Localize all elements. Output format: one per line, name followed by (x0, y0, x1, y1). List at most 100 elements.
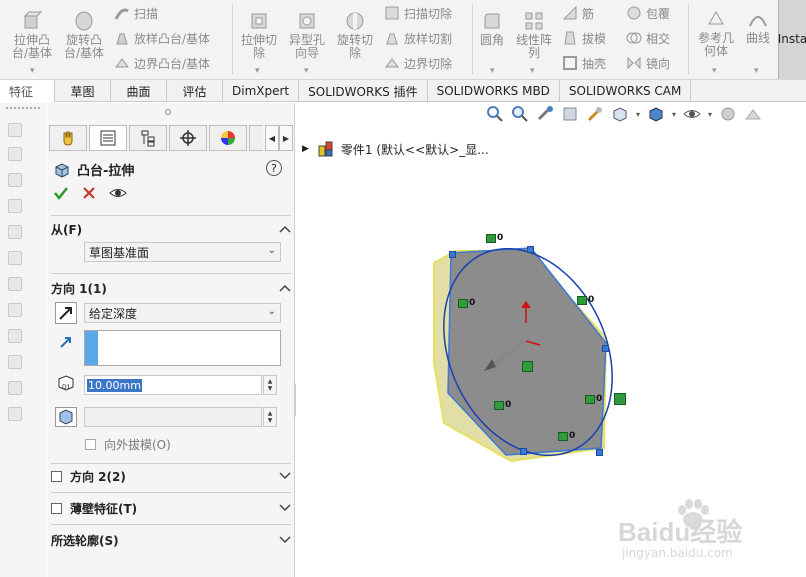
cube-icon[interactable] (8, 147, 22, 161)
appearance-icon[interactable] (719, 105, 737, 123)
toolbar-grip[interactable] (6, 107, 40, 109)
start-condition-select[interactable]: 草图基准面 ⌄ (84, 242, 281, 262)
cube-icon[interactable] (8, 251, 22, 265)
tab-display-manager[interactable] (209, 125, 247, 151)
cube-icon[interactable] (8, 329, 22, 343)
splitter-handle[interactable] (165, 109, 171, 115)
cube-icon[interactable] (8, 173, 22, 187)
hide-show-icon[interactable] (683, 105, 701, 123)
end-condition-select[interactable]: 给定深度 ⌄ (84, 303, 281, 323)
chevron-down-icon[interactable]: ▾ (708, 110, 712, 119)
relation-tag-icon[interactable] (585, 395, 595, 404)
tab-scroll-right[interactable]: ▶ (279, 125, 293, 151)
chevron-down-icon[interactable]: ▾ (712, 66, 717, 76)
curves-button[interactable]: 曲线 (742, 8, 774, 45)
spin-up-icon[interactable]: ▲ (268, 378, 273, 385)
tab-surfaces[interactable]: 曲面 (111, 80, 167, 102)
direction2-section-header[interactable]: 方向 2(2) (51, 466, 291, 486)
chevron-down-icon[interactable]: ▾ (530, 66, 535, 76)
chevron-down-icon[interactable]: ▾ (636, 110, 640, 119)
tab-dimxpert[interactable]: DimXpert (223, 80, 300, 102)
sketch-point-handle[interactable] (527, 246, 534, 253)
swept-cut-button[interactable]: 扫描切除 (384, 3, 452, 23)
preview-eye-icon[interactable] (109, 185, 127, 201)
shell-button[interactable]: 抽壳 (562, 53, 606, 73)
tab-mbd[interactable]: SOLIDWORKS MBD (428, 80, 560, 102)
sketch-point-handle[interactable] (449, 251, 456, 258)
revolve-boss-button[interactable]: 旋转凸 台/基体 (62, 10, 106, 60)
direction1-section-header[interactable]: 方向 1(1) (51, 278, 291, 298)
extruded-cut-button[interactable]: 拉伸切 除 (238, 10, 280, 60)
sweep-button[interactable]: 扫描 (114, 3, 158, 23)
chevron-down-icon[interactable]: ▾ (672, 110, 676, 119)
tab-dimxpert-manager[interactable] (169, 125, 207, 151)
relation-tag-icon[interactable] (577, 296, 587, 305)
tab-addins[interactable]: SOLIDWORKS 插件 (299, 80, 428, 102)
sketch-point-handle[interactable] (596, 449, 603, 456)
from-section-header[interactable]: 从(F) (51, 219, 291, 239)
cube-icon[interactable] (8, 225, 22, 239)
scene-icon[interactable] (744, 105, 762, 123)
display-style-icon[interactable] (647, 105, 665, 123)
tab-cam[interactable]: SOLIDWORKS CAM (560, 80, 692, 102)
zoom-to-fit-icon[interactable] (486, 105, 504, 123)
intersect-button[interactable]: 相交 (626, 28, 670, 48)
tab-features[interactable]: 特征 (0, 80, 55, 102)
graphics-area[interactable]: ▾ ▾ ▾ ▶ 零件1 (默认<<默认>_显... 0 0 0 0 0 0 Ba… (296, 103, 806, 577)
sketch-point-handle[interactable] (602, 345, 609, 352)
revolved-cut-button[interactable]: 旋转切 除 (334, 10, 376, 60)
tab-feature-manager[interactable] (49, 125, 87, 151)
tab-sketch[interactable]: 草图 (55, 80, 111, 102)
reference-geometry-button[interactable]: 参考几 何体 (694, 8, 738, 58)
thin-feature-section-header[interactable]: 薄壁特征(T) (51, 498, 291, 518)
relation-tag-icon[interactable] (458, 299, 468, 308)
cube-icon[interactable] (8, 277, 22, 291)
direction-selection-box[interactable] (84, 330, 281, 366)
depth-input[interactable]: 10.00mm (84, 375, 262, 395)
reverse-direction-button[interactable] (55, 302, 77, 324)
mirror-button[interactable]: 镜向 (626, 53, 670, 73)
help-icon[interactable]: ? (266, 160, 282, 176)
draft-button[interactable]: 拔模 (562, 28, 606, 48)
draft-toggle-button[interactable] (55, 407, 77, 427)
origin-tag-icon[interactable] (522, 361, 533, 372)
feature-tree-flyout[interactable]: ▶ 零件1 (默认<<默认>_显... (302, 140, 489, 158)
gear-icon[interactable] (8, 199, 22, 213)
instant3d-button[interactable]: Insta (778, 0, 806, 79)
cube-icon[interactable] (8, 303, 22, 317)
sketch-point-handle[interactable] (520, 448, 527, 455)
loft-button[interactable]: 放样凸台/基体 (114, 28, 210, 48)
hole-wizard-button[interactable]: 异型孔 向导 (286, 10, 328, 60)
dynamic-annotation-icon[interactable] (586, 105, 604, 123)
checkbox[interactable] (85, 439, 96, 450)
selected-contours-section-header[interactable]: 所选轮廓(S) (51, 530, 291, 550)
section-view-icon[interactable] (561, 105, 579, 123)
ok-check-icon[interactable] (53, 185, 69, 201)
relation-tag-icon[interactable] (558, 432, 568, 441)
linear-pattern-button[interactable]: 线性阵 列 (512, 10, 556, 60)
relation-tag-icon[interactable] (614, 393, 626, 405)
lofted-cut-button[interactable]: 放样切割 (384, 28, 452, 48)
tab-property-manager[interactable] (89, 125, 127, 151)
tab-evaluate[interactable]: 评估 (167, 80, 223, 102)
flag-icon[interactable] (8, 407, 22, 421)
tab-more[interactable] (249, 125, 263, 151)
chevron-down-icon[interactable]: ▾ (30, 66, 35, 76)
boundary-cut-button[interactable]: 边界切除 (384, 53, 452, 73)
extrude-boss-button[interactable]: 拉伸凸 台/基体 (10, 10, 54, 60)
chevron-down-icon[interactable]: ▾ (304, 66, 309, 76)
relation-tag-icon[interactable] (494, 401, 504, 410)
cancel-x-icon[interactable] (81, 185, 97, 201)
tab-scroll-left[interactable]: ◀ (265, 125, 279, 151)
chevron-down-icon[interactable]: ▾ (255, 66, 260, 76)
spin-down-icon[interactable]: ▼ (268, 385, 273, 392)
rib-button[interactable]: 筋 (562, 3, 594, 23)
chevron-down-icon[interactable]: ▾ (490, 66, 495, 76)
wrap-button[interactable]: 包覆 (626, 3, 670, 23)
thin-feature-checkbox[interactable] (51, 502, 62, 514)
cube-icon[interactable] (8, 381, 22, 395)
gear-icon[interactable] (8, 355, 22, 369)
boundary-boss-button[interactable]: 边界凸台/基体 (114, 53, 210, 73)
depth-spinner[interactable]: ▲ ▼ (263, 375, 277, 395)
3d-icon[interactable] (8, 123, 22, 137)
